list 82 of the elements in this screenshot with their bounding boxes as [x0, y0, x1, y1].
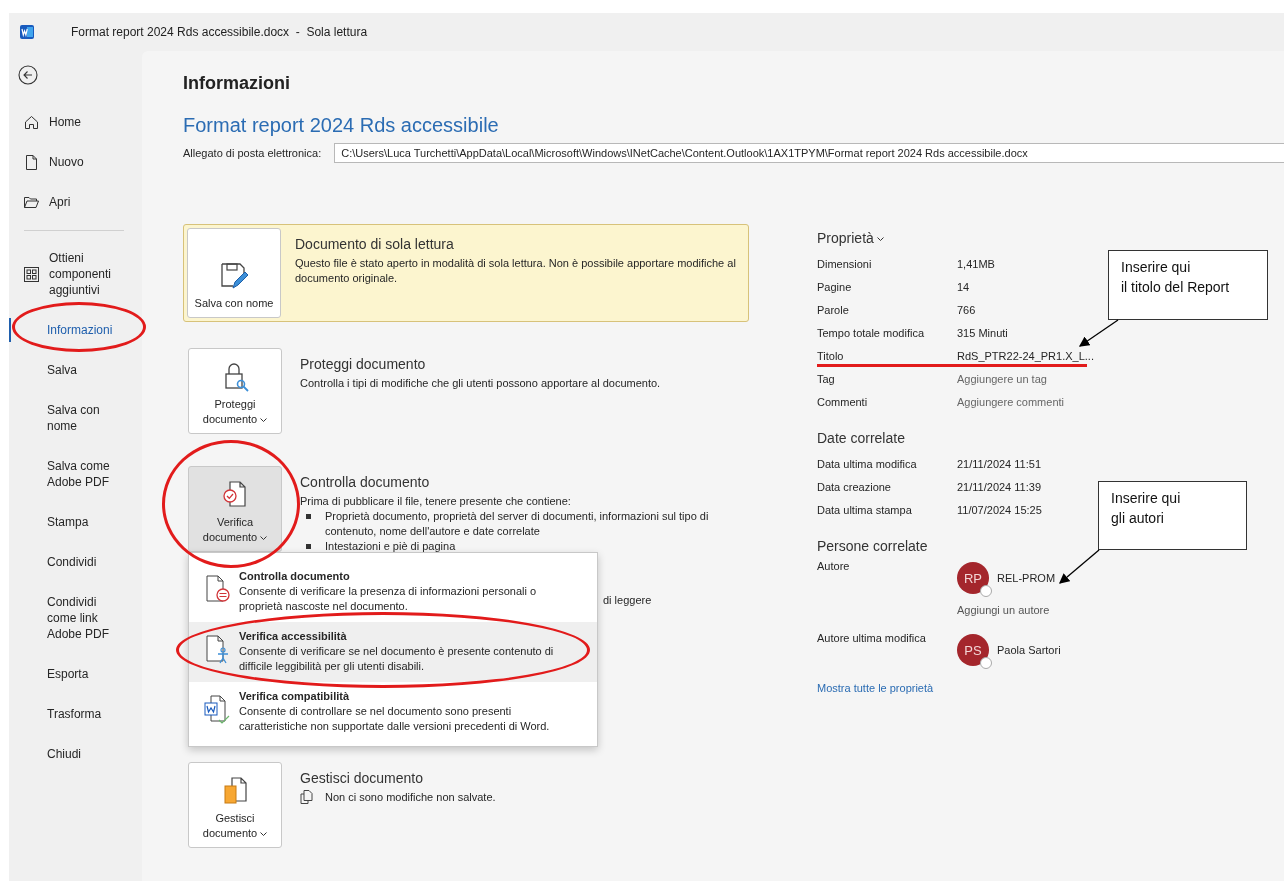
blank-page-icon — [24, 154, 39, 170]
status-note: Non ci sono modifiche non salvate. — [325, 791, 496, 803]
menu-item[interactable]: Controlla documento Consente di verificare la presenza di informazioni personali o proprietà nascoste nel documento. — [189, 562, 597, 622]
property-value: 766 — [957, 303, 976, 316]
sidebar-item[interactable]: Stampa — [9, 502, 142, 542]
people-label: Autore — [817, 560, 851, 574]
section-title: Controlla documento — [300, 474, 431, 490]
sidebar-item[interactable]: Trasforma — [9, 694, 142, 734]
menu-item[interactable]: Verifica accessibilità Consente di verificare se nel documento è presente contenuto di difficile leggibilità per gli utenti disabili. — [189, 622, 597, 682]
word-app-icon — [20, 25, 34, 39]
sidebar-item[interactable]: Ottieni componenti aggiuntivi — [9, 238, 142, 310]
property-value: 14 — [957, 280, 970, 293]
document-title: Format report 2024 Rds accessibile — [183, 114, 500, 137]
chevron-down-icon — [876, 236, 884, 242]
date-label: Data ultima stampa — [817, 503, 913, 516]
sidebar-item[interactable]: Informazioni — [9, 310, 142, 350]
sidebar-item[interactable]: Nuovo — [9, 142, 142, 182]
attachment-label: Allegato di posta elettronica: — [183, 147, 322, 159]
page-heading: Informazioni — [183, 73, 291, 94]
menu-item[interactable]: Verifica compatibilità Consente di controllare se nel documento sono presenti caratteristiche non supportate dalle versioni precedenti di Word. — [189, 682, 597, 742]
date-value: 21/11/2024 11:39 — [957, 480, 1041, 493]
date-label: Data ultima modifica — [817, 457, 918, 470]
bullet-icon — [306, 514, 311, 519]
save-as-icon — [219, 261, 249, 291]
sidebar-item[interactable]: Salva — [9, 350, 142, 390]
bullet-text: Proprietà documento, proprietà del server di documenti, informazioni sul tipo di contenuto, nome dell'autore e date correlate — [325, 509, 710, 539]
person-name[interactable]: REL-PROM — [997, 572, 1056, 584]
documents-icon — [300, 790, 313, 804]
dates-heading: Date correlate — [817, 430, 906, 446]
property-value: 315 Minuti — [957, 326, 1008, 339]
document-action-button[interactable]: Verifica documento — [188, 466, 282, 552]
property-label: Titolo — [817, 349, 845, 362]
property-label: Pagine — [817, 280, 853, 293]
sidebar-item[interactable]: Esporta — [9, 654, 142, 694]
section-description: Prima di pubblicare il file, tenere presente che contiene: — [300, 494, 572, 509]
section-title: Documento di sola lettura — [295, 236, 455, 252]
section-description: Questo file è stato aperto in modalità di sola lettura. Non è possibile apportare modifiche al documento originale. — [295, 256, 737, 286]
property-value: RdS_PTR22-24_PR1.X_L... — [957, 349, 1094, 362]
bullet-text: Intestazioni e piè di pagina — [325, 539, 456, 554]
property-label: Dimensioni — [817, 257, 873, 270]
property-label: Tag — [817, 372, 836, 385]
attachment-path-field[interactable]: C:\Users\Luca Turchetti\AppData\Local\Microsoft\Windows\INetCache\Content.Outlook\1AX1TPYM\Format report 2024 Rds accessibile.docx — [334, 143, 1284, 163]
folder-icon — [24, 194, 39, 210]
show-all-properties-link[interactable]: Mostra tutte le proprietà — [817, 682, 1117, 694]
sidebar-item[interactable]: Condividi come link Adobe PDF — [9, 582, 142, 654]
property-label: Commenti — [817, 395, 869, 408]
callout-box: Inserire qui il titolo del Report — [1108, 250, 1268, 320]
sidebar-item[interactable]: Home — [9, 102, 142, 142]
sidebar-item[interactable]: Condividi — [9, 542, 142, 582]
callout-arrow — [1059, 549, 1100, 584]
people-label: Autore ultima modifica — [817, 632, 927, 646]
sidebar-item[interactable]: Chiudi — [9, 734, 142, 774]
window-title: Format report 2024 Rds accessibile.docx - Sola lettura — [71, 25, 368, 39]
property-value[interactable]: Aggiungere un tag — [957, 372, 1047, 385]
callout-arrow — [1078, 319, 1119, 347]
property-label: Parole — [817, 303, 850, 316]
date-value: 21/11/2024 11:51 — [957, 457, 1041, 470]
document-action-button[interactable]: Proteggi documento — [188, 348, 282, 434]
sidebar-item[interactable]: Apri — [9, 182, 142, 222]
sidebar-item[interactable]: Salva come Adobe PDF — [9, 446, 142, 502]
section-title: Gestisci documento — [300, 770, 424, 786]
add-author-field[interactable]: Aggiungi un autore — [957, 604, 1056, 616]
document-action-button[interactable]: Gestisci documento — [188, 762, 282, 848]
people-heading: Persone correlate — [817, 538, 929, 554]
sidebar-item[interactable]: Salva con nome — [9, 390, 142, 446]
property-value: 1,41MB — [957, 257, 995, 270]
bullet-icon — [306, 544, 311, 549]
date-value: 11/07/2024 15:25 — [957, 503, 1042, 516]
partial-text: di leggere — [603, 594, 652, 606]
document-action-button[interactable]: Salva con nome — [187, 228, 281, 318]
section-title: Proteggi documento — [300, 356, 427, 372]
callout-box: Inserire qui gli autori — [1098, 481, 1247, 550]
avatar: RP — [957, 562, 989, 594]
properties-heading[interactable]: Proprietà — [817, 230, 1117, 246]
date-label: Data creazione — [817, 480, 892, 493]
avatar: PS — [957, 634, 989, 666]
section-description: Controlla i tipi di modifiche che gli utenti possono apportare al documento. — [300, 376, 661, 391]
person-name[interactable]: Paola Sartori — [997, 644, 1061, 656]
grid-icon — [24, 266, 39, 282]
property-label: Tempo totale modifica — [817, 326, 925, 339]
home-icon — [24, 114, 39, 130]
property-value[interactable]: Aggiungere commenti — [957, 395, 1064, 408]
